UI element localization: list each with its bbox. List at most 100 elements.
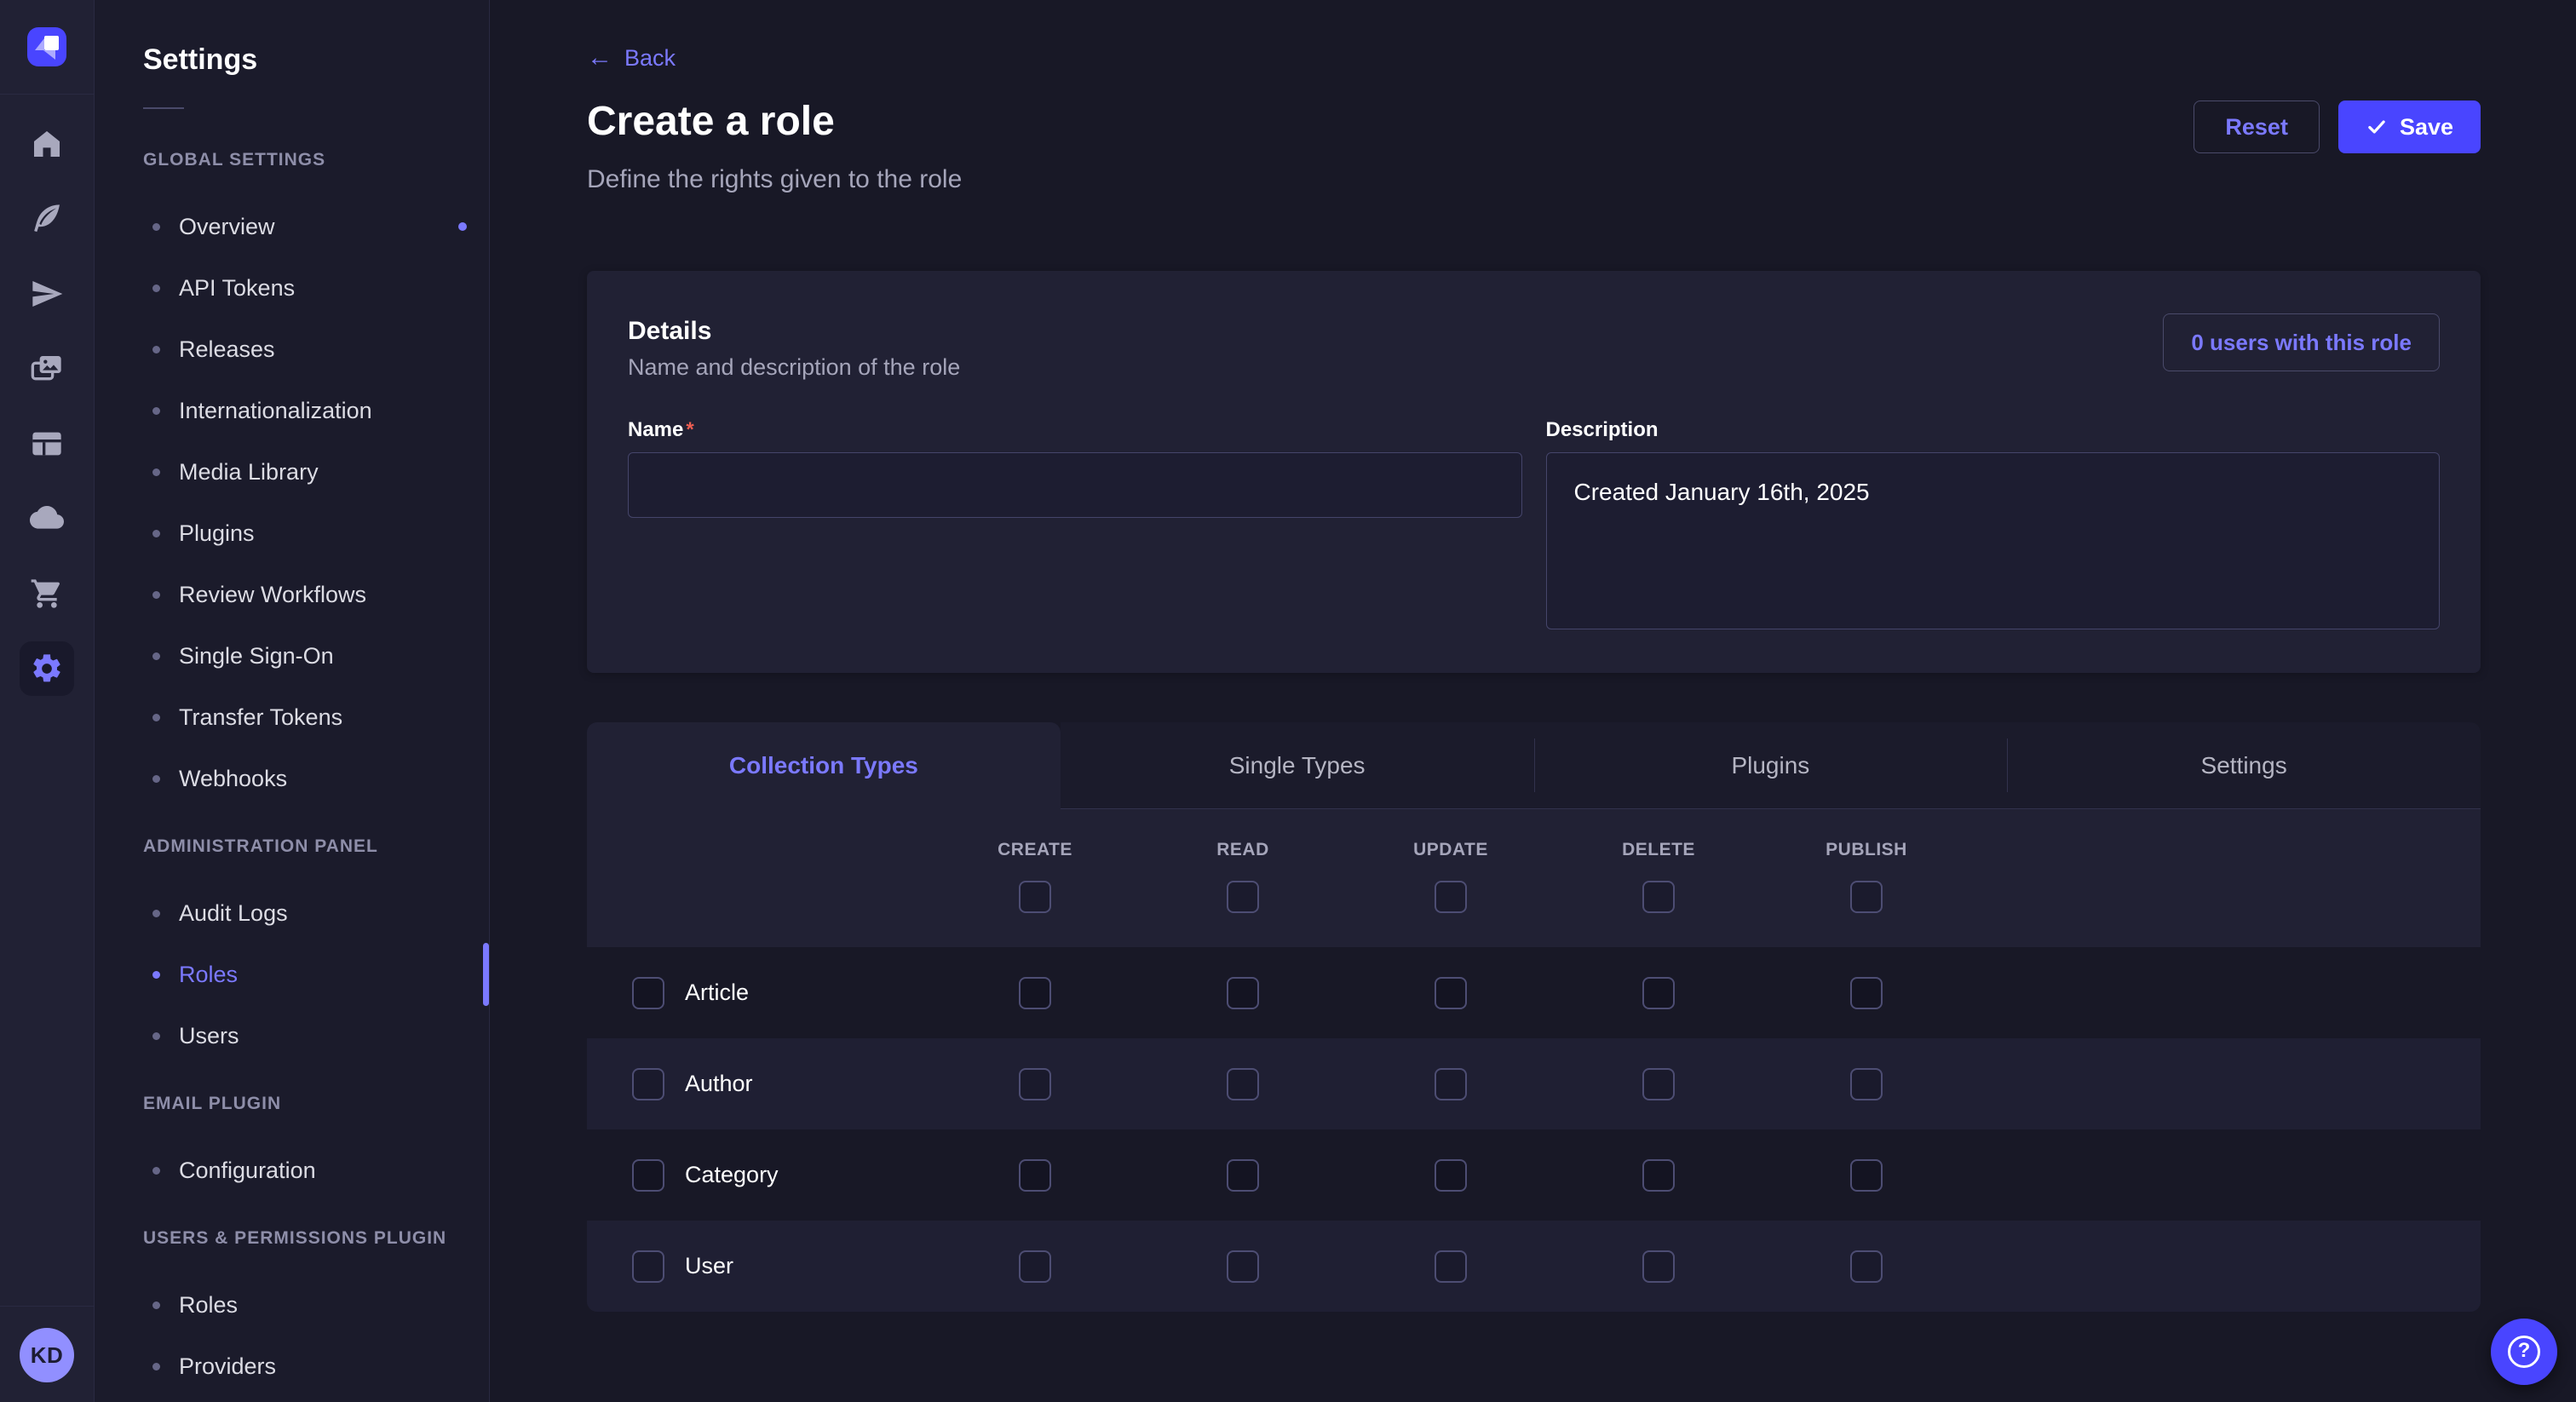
checkbox-user-create[interactable] [1019,1250,1051,1283]
rail-item-releases[interactable] [0,256,94,331]
checkbox-category-publish[interactable] [1850,1159,1883,1192]
sidebar-item-configuration[interactable]: Configuration [143,1140,489,1201]
checkbox-select-all-update[interactable] [1435,881,1467,913]
tab-settings[interactable]: Settings [2007,722,2481,809]
tab-collection-types[interactable]: Collection Types [587,722,1061,809]
notification-dot-icon [458,222,467,231]
checkbox-select-all-read[interactable] [1227,881,1259,913]
checkbox-author-update[interactable] [1435,1068,1467,1100]
section-label-users-permissions-plugin: USERS & PERMISSIONS PLUGIN [143,1228,489,1249]
checkbox-user-delete[interactable] [1642,1250,1675,1283]
strapi-logo-icon[interactable] [27,27,66,66]
name-label: Name* [628,418,1522,442]
sidebar-item-api-tokens[interactable]: API Tokens [143,257,489,319]
checkbox-user-update[interactable] [1435,1250,1467,1283]
sidebar-item-plugins[interactable]: Plugins [143,503,489,564]
checkbox-author-create[interactable] [1019,1068,1051,1100]
users-with-role-button[interactable]: 0 users with this role [2163,313,2440,371]
rail-item-deploy[interactable] [0,481,94,556]
bullet-icon [152,910,160,917]
sidebar-item-transfer-tokens[interactable]: Transfer Tokens [143,687,489,748]
column-header-create: CREATE [998,840,1072,860]
bullet-icon [152,1167,160,1175]
settings-sidebar: Settings GLOBAL SETTINGS Overview API To… [95,0,490,1402]
sidebar-item-overview[interactable]: Overview [143,196,489,257]
sidebar-item-users[interactable]: Users [143,1005,489,1066]
sidebar-item-media-library[interactable]: Media Library [143,441,489,503]
tab-plugins[interactable]: Plugins [1534,722,2008,809]
table-row-author: Author [587,1038,2481,1129]
bullet-icon [152,971,160,979]
checkbox-category-update[interactable] [1435,1159,1467,1192]
back-arrow-icon: ← [587,45,612,71]
checkbox-user-publish[interactable] [1850,1250,1883,1283]
checkbox-category-create[interactable] [1019,1159,1051,1192]
section-label-email-plugin: EMAIL PLUGIN [143,1094,489,1114]
bullet-icon [152,652,160,660]
table-row-user: User [587,1221,2481,1312]
description-textarea[interactable]: Created January 16th, 2025 [1546,452,2441,629]
required-asterisk: * [686,418,693,441]
checkbox-category-select[interactable] [632,1159,664,1192]
checkbox-select-all-create[interactable] [1019,881,1051,913]
logo-wrap [0,0,94,95]
checkbox-article-publish[interactable] [1850,977,1883,1009]
bullet-icon [152,1301,160,1309]
bullet-icon [152,223,160,231]
rail-item-media-library[interactable] [0,331,94,406]
section-label-administration-panel: ADMINISTRATION PANEL [143,836,489,857]
checkbox-category-delete[interactable] [1642,1159,1675,1192]
sidebar-item-webhooks[interactable]: Webhooks [143,748,489,809]
gear-icon [20,641,74,696]
sidebar-item-providers[interactable]: Providers [143,1336,489,1397]
checkbox-author-publish[interactable] [1850,1068,1883,1100]
table-row-article: Article [587,947,2481,1038]
sidebar-item-internationalization[interactable]: Internationalization [143,380,489,441]
checkbox-user-read[interactable] [1227,1250,1259,1283]
checkbox-author-delete[interactable] [1642,1068,1675,1100]
name-input[interactable] [628,452,1522,518]
checkbox-author-read[interactable] [1227,1068,1259,1100]
sidebar-item-roles-admin[interactable]: Roles [143,944,489,1005]
checkbox-article-read[interactable] [1227,977,1259,1009]
name-field-group: Name* [628,418,1522,634]
home-icon [30,127,64,161]
sidebar-item-review-workflows[interactable]: Review Workflows [143,564,489,625]
avatar[interactable]: KD [20,1328,74,1382]
sidebar-item-roles-up[interactable]: Roles [143,1274,489,1336]
images-icon [30,352,64,386]
checkbox-author-select[interactable] [632,1068,664,1100]
bullet-icon [152,591,160,599]
table-row-category: Category [587,1129,2481,1221]
page-subtitle: Define the rights given to the role [587,165,2481,194]
rail-item-marketplace[interactable] [0,556,94,631]
column-header-read: READ [1216,840,1269,860]
back-link[interactable]: ← Back [587,43,676,73]
save-button[interactable]: Save [2338,101,2481,153]
checkbox-article-delete[interactable] [1642,977,1675,1009]
sidebar-item-audit-logs[interactable]: Audit Logs [143,882,489,944]
main-nav-rail: KD [0,0,95,1402]
sidebar-item-single-sign-on[interactable]: Single Sign-On [143,625,489,687]
rail-item-content-type-builder[interactable] [0,406,94,481]
checkbox-article-update[interactable] [1435,977,1467,1009]
checkbox-category-read[interactable] [1227,1159,1259,1192]
bullet-icon [152,1363,160,1370]
rail-item-settings[interactable] [0,631,94,706]
reset-button[interactable]: Reset [2194,101,2320,153]
tab-bar: Collection Types Single Types Plugins Se… [587,722,2481,809]
checkbox-select-all-publish[interactable] [1850,881,1883,913]
rail-item-content-manager[interactable] [0,181,94,256]
help-button[interactable]: ? [2491,1319,2557,1385]
bullet-icon [152,775,160,783]
section-label-global-settings: GLOBAL SETTINGS [143,150,489,170]
rail-item-home[interactable] [0,106,94,181]
checkbox-select-all-delete[interactable] [1642,881,1675,913]
checkbox-user-select[interactable] [632,1250,664,1283]
tab-single-types[interactable]: Single Types [1061,722,1534,809]
sidebar-item-releases[interactable]: Releases [143,319,489,380]
page-title: Create a role [587,97,835,147]
checkbox-article-create[interactable] [1019,977,1051,1009]
feather-icon [30,202,64,236]
checkbox-article-select[interactable] [632,977,664,1009]
